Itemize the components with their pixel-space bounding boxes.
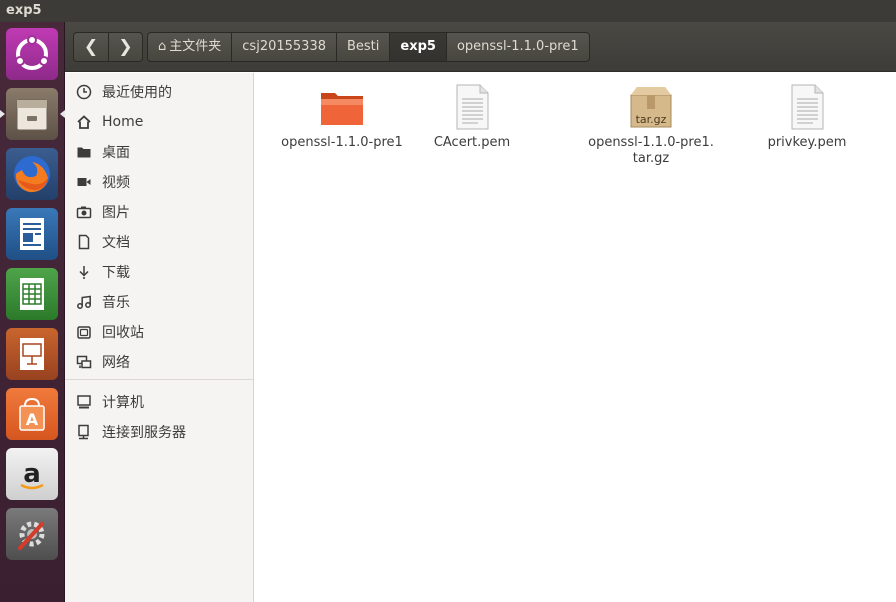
sidebar-item-connect-server[interactable]: 连接到服务器 — [65, 418, 254, 446]
system-settings-icon[interactable] — [6, 508, 58, 560]
file-item-cacert[interactable]: CAcert.pem — [397, 83, 547, 151]
breadcrumb-home[interactable]: ⌂ 主文件夹 — [148, 33, 231, 61]
sidebar-item-label: 桌面 — [102, 145, 130, 161]
file-item-privkey[interactable]: privkey.pem — [732, 83, 882, 151]
sidebar-item-label: Home — [102, 114, 144, 130]
window-title: exp5 — [0, 0, 896, 22]
svg-text:A: A — [26, 410, 39, 429]
sidebar-item-music[interactable]: 音乐 — [65, 288, 254, 316]
text-file-icon — [448, 83, 496, 131]
file-item-openssl-folder[interactable]: openssl-1.1.0-pre1 — [267, 83, 417, 151]
sidebar-item-label: 音乐 — [102, 295, 130, 311]
toolbar: ❮ ❯ ⌂ 主文件夹 csj20155338 Besti exp5 openss… — [65, 22, 896, 72]
active-indicator-icon — [0, 110, 5, 118]
sidebar-item-trash[interactable]: 回收站 — [65, 318, 254, 346]
breadcrumb-csj20155338[interactable]: csj20155338 — [231, 33, 336, 61]
file-name-line: tar.gz — [632, 151, 670, 166]
files-app-icon[interactable] — [6, 88, 58, 140]
breadcrumb-besti[interactable]: Besti — [335, 33, 389, 61]
document-icon — [75, 233, 93, 251]
clock-icon — [75, 83, 93, 101]
file-view: openssl-1.1.0-pre1 CAcert.pem tar.gz ope… — [255, 73, 896, 602]
calc-icon[interactable] — [6, 268, 58, 320]
sidebar-item-label: 文档 — [102, 235, 130, 251]
sidebar-item-pictures[interactable]: 图片 — [65, 198, 254, 226]
breadcrumb: ⌂ 主文件夹 csj20155338 Besti exp5 openssl-1.… — [147, 32, 590, 62]
file-name-line: openssl-1.1.0-pre1. — [588, 135, 714, 150]
firefox-icon[interactable] — [6, 148, 58, 200]
file-name: openssl-1.1.0-pre1 — [281, 135, 403, 150]
network-icon — [75, 353, 93, 371]
back-button[interactable]: ❮ — [74, 33, 108, 61]
camera-icon — [75, 203, 93, 221]
archive-icon: tar.gz — [627, 83, 675, 131]
file-item-openssl-tarball[interactable]: tar.gz openssl-1.1.0-pre1. tar.gz — [576, 83, 726, 167]
sidebar-item-label: 网络 — [102, 355, 130, 371]
text-file-icon — [783, 83, 831, 131]
sidebar-item-documents[interactable]: 文档 — [65, 228, 254, 256]
sidebar-item-label: 最近使用的 — [102, 85, 172, 101]
svg-text:a: a — [23, 459, 41, 489]
sidebar-divider — [65, 379, 254, 380]
breadcrumb-label: 主文件夹 — [169, 39, 222, 54]
folder-icon — [75, 143, 93, 161]
video-icon — [75, 173, 93, 191]
amazon-icon[interactable]: a — [6, 448, 58, 500]
computer-icon — [75, 393, 93, 411]
sidebar-item-label: 图片 — [102, 205, 130, 221]
file-name: CAcert.pem — [433, 135, 511, 150]
server-icon — [75, 423, 93, 441]
trash-icon — [75, 323, 93, 341]
software-center-icon[interactable]: A — [6, 388, 58, 440]
archive-badge: tar.gz — [635, 113, 667, 126]
sidebar-item-home[interactable]: Home — [65, 108, 254, 136]
breadcrumb-exp5[interactable]: exp5 — [389, 33, 446, 61]
folder-icon — [318, 83, 366, 131]
file-manager-window: ❮ ❯ ⌂ 主文件夹 csj20155338 Besti exp5 openss… — [65, 22, 896, 602]
impress-icon[interactable] — [6, 328, 58, 380]
places-sidebar: 最近使用的 Home 桌面 视频 图片 文档 下载 音乐 回收站 网络 计算机 … — [65, 73, 254, 602]
sidebar-item-desktop[interactable]: 桌面 — [65, 138, 254, 166]
file-name: privkey.pem — [767, 135, 847, 150]
writer-icon[interactable] — [6, 208, 58, 260]
download-icon — [75, 263, 93, 281]
sidebar-item-label: 连接到服务器 — [102, 425, 186, 441]
sidebar-item-computer[interactable]: 计算机 — [65, 388, 254, 416]
sidebar-item-label: 计算机 — [102, 395, 144, 411]
forward-button[interactable]: ❯ — [108, 33, 142, 61]
sidebar-item-downloads[interactable]: 下载 — [65, 258, 254, 286]
sidebar-item-label: 视频 — [102, 175, 130, 191]
home-icon: ⌂ — [158, 39, 167, 54]
ubuntu-dash-icon[interactable] — [6, 28, 58, 80]
sidebar-item-videos[interactable]: 视频 — [65, 168, 254, 196]
launcher: A a — [0, 22, 65, 602]
history-nav: ❮ ❯ — [73, 32, 143, 62]
home-icon — [75, 113, 93, 131]
sidebar-item-recent[interactable]: 最近使用的 — [65, 78, 254, 106]
file-name: openssl-1.1.0-pre1. tar.gz — [576, 135, 726, 167]
sidebar-item-network[interactable]: 网络 — [65, 348, 254, 376]
sidebar-item-label: 下载 — [102, 265, 130, 281]
sidebar-item-label: 回收站 — [102, 325, 144, 341]
music-icon — [75, 293, 93, 311]
breadcrumb-openssl[interactable]: openssl-1.1.0-pre1 — [445, 33, 589, 61]
